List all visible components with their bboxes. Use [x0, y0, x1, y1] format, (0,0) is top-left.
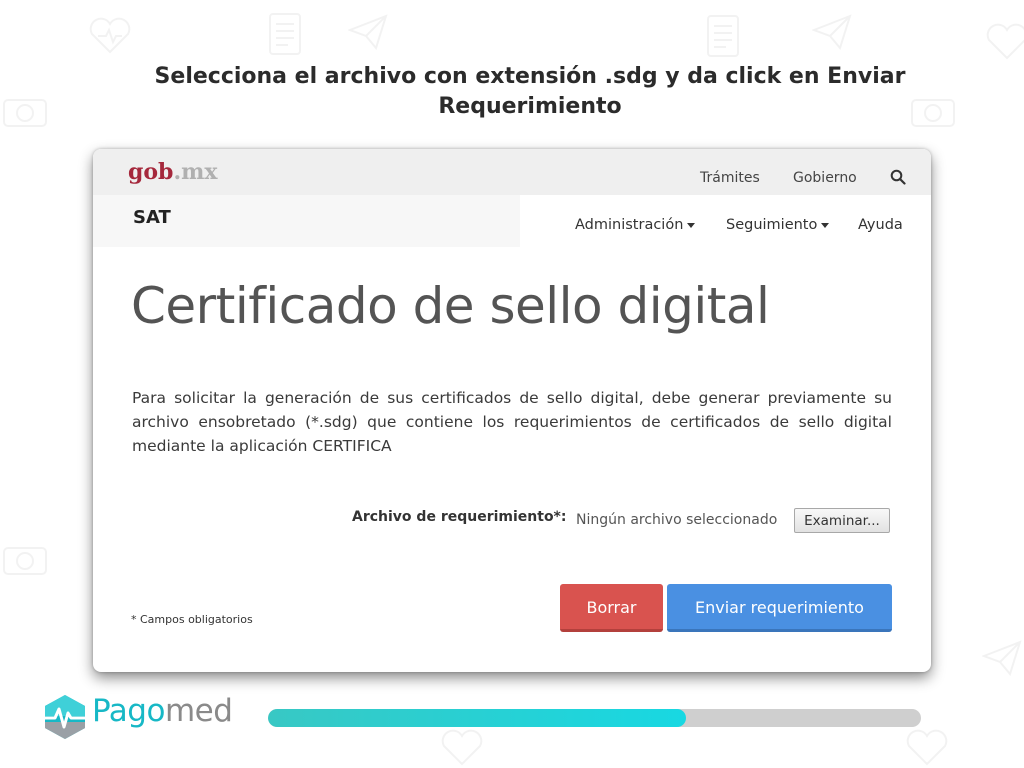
delete-button[interactable]: Borrar — [560, 584, 663, 632]
brand-name-part1: Pago — [92, 693, 165, 729]
caret-down-icon — [687, 222, 696, 228]
page-description: Para solicitar la generación de sus cert… — [132, 389, 892, 455]
sat-screenshot-card: gob.mx Trámites Gobierno SAT Administrac… — [93, 149, 931, 672]
nav-item-label: Ayuda — [858, 217, 903, 233]
logo-main: gob — [128, 159, 174, 185]
instruction-title: Selecciona el archivo con extensión .sdg… — [154, 64, 906, 119]
top-link-gobierno[interactable]: Gobierno — [793, 170, 857, 186]
nav-item-ayuda[interactable]: Ayuda — [858, 217, 903, 233]
caret-down-icon — [821, 222, 830, 228]
background-doodle-heart-icon — [985, 22, 1024, 62]
required-fields-note: * Campos obligatorios — [131, 613, 253, 626]
gob-mx-logo[interactable]: gob.mx — [128, 159, 218, 185]
pagomed-brand: Pagomed — [40, 692, 260, 742]
nav-item-label: Administración — [575, 217, 684, 233]
progress-fill — [268, 709, 686, 727]
file-field-label: Archivo de requerimiento*: — [352, 509, 567, 525]
brand-name: Pagomed — [92, 693, 233, 729]
progress-bar — [268, 709, 921, 727]
background-doodle-heart-icon — [88, 16, 132, 56]
page-heading: Certificado de sello digital — [131, 277, 770, 335]
nav-item-seguimiento[interactable]: Seguimiento — [726, 217, 830, 233]
nav-item-label: Seguimiento — [726, 217, 818, 233]
background-doodle-plane-icon — [348, 14, 388, 50]
background-doodle-camera-icon — [2, 92, 48, 128]
search-icon[interactable] — [890, 169, 906, 190]
pagomed-logo-icon — [42, 695, 88, 739]
site-name[interactable]: SAT — [133, 207, 171, 228]
nav-item-administracion[interactable]: Administración — [575, 217, 696, 233]
send-request-button[interactable]: Enviar requerimiento — [667, 584, 892, 632]
file-status-text: Ningún archivo seleccionado — [576, 512, 778, 528]
background-doodle-doc-icon — [268, 12, 302, 56]
brand-name-part2: med — [164, 693, 233, 729]
background-doodle-plane-icon — [982, 640, 1022, 676]
background-doodle-camera-icon — [2, 540, 48, 576]
background-doodle-heart-icon — [905, 728, 949, 768]
top-link-tramites[interactable]: Trámites — [700, 170, 760, 186]
browse-file-button[interactable]: Examinar... — [794, 508, 890, 533]
background-doodle-plane-icon — [812, 14, 852, 50]
logo-suffix: .mx — [173, 159, 218, 185]
background-doodle-heart-icon — [440, 728, 484, 768]
background-doodle-doc-icon — [706, 14, 740, 58]
